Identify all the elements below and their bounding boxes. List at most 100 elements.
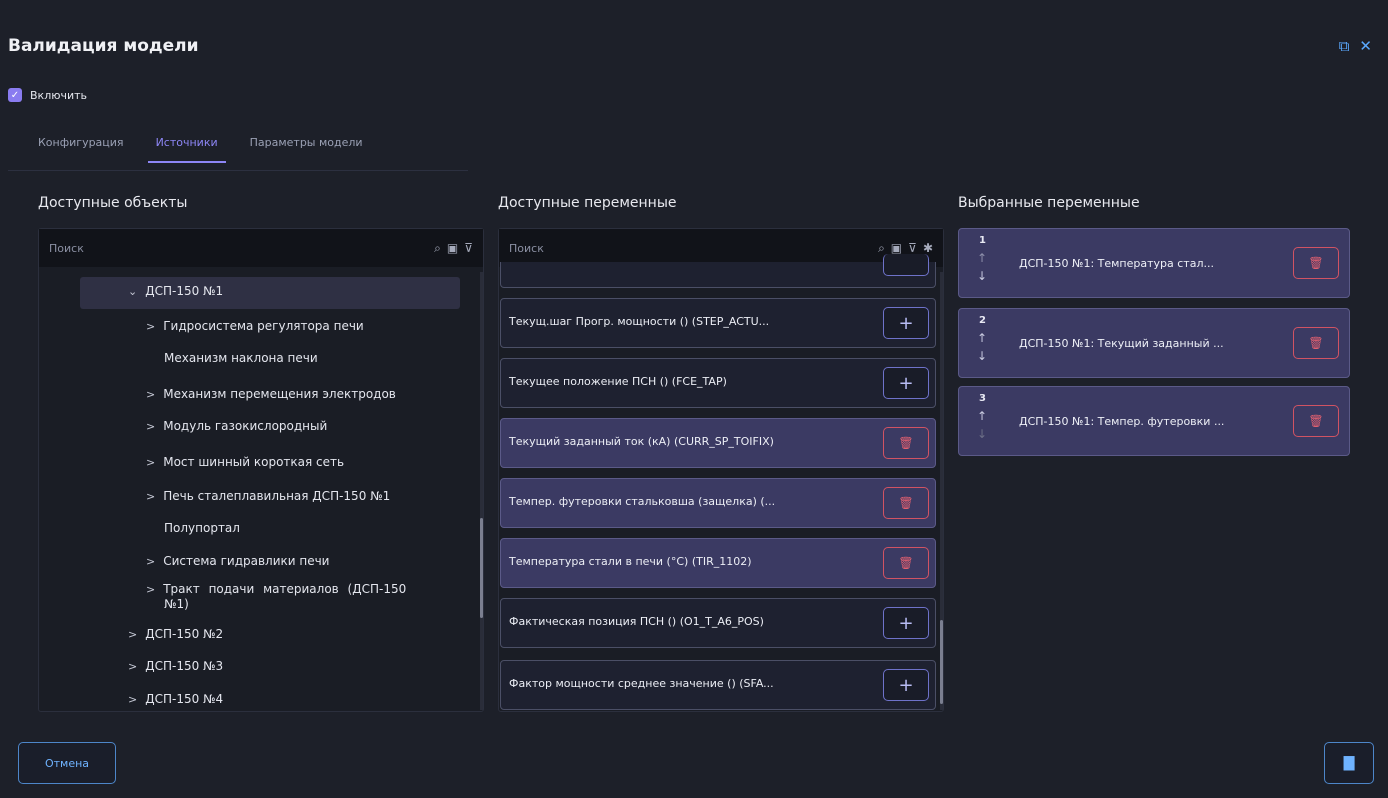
variable-card[interactable]: Фактор мощности среднее значение () (SFA…: [500, 660, 936, 710]
delete-button[interactable]: 🗑: [1293, 327, 1339, 359]
tree-item[interactable]: > Мост шинный короткая сеть: [146, 455, 344, 469]
save-button[interactable]: ▇: [1324, 742, 1374, 784]
trash-icon: 🗑: [898, 556, 914, 570]
objects-scroll-thumb[interactable]: [480, 518, 483, 618]
available-variables-title: Доступные переменные: [498, 195, 677, 211]
selected-variable-label: ДСП-150 №1: Темпер. футеровки ...: [1019, 415, 1225, 428]
tree-item-label: Полупортал: [164, 521, 240, 535]
tree-item-continued: №1): [164, 597, 189, 611]
tree-item[interactable]: > Тракт подачи материалов (ДСП-150: [146, 582, 406, 596]
chevron-right-icon: >: [128, 628, 138, 641]
chevron-right-icon: >: [146, 420, 156, 433]
arrow-down-icon: ↓: [977, 427, 988, 441]
add-button[interactable]: +: [883, 307, 929, 339]
delete-button[interactable]: 🗑: [883, 487, 929, 519]
search-input[interactable]: Поиск: [49, 242, 434, 255]
tree-item[interactable]: > Механизм перемещения электродов: [146, 387, 396, 401]
search-icon[interactable]: ⌕: [878, 241, 885, 256]
chevron-right-icon: >: [146, 320, 156, 333]
tree-item[interactable]: > Печь сталеплавильная ДСП-150 №1: [146, 489, 390, 503]
enable-toggle[interactable]: ✓ Включить: [8, 88, 87, 102]
objects-search[interactable]: Поиск ⌕ ▣ ⊽: [39, 229, 483, 267]
order-number: 1: [979, 235, 986, 246]
arrow-up-icon[interactable]: ↑: [977, 251, 987, 265]
filter-icon[interactable]: ⊽: [464, 241, 473, 256]
tree-item[interactable]: Полупортал: [164, 521, 240, 535]
tree-item-label: Гидросистема регулятора печи: [163, 319, 364, 333]
selected-variable-label: ДСП-150 №1: Текущий заданный ...: [1019, 337, 1224, 350]
variable-label: Темпер. футеровки стальковша (защелка) (…: [509, 495, 776, 508]
tree-item-label: Механизм наклона печи: [164, 351, 318, 365]
tree-item[interactable]: > ДСП-150 №3: [128, 659, 223, 673]
delete-button[interactable]: 🗑: [1293, 405, 1339, 437]
search-icon[interactable]: ⌕: [434, 241, 441, 256]
trash-icon: 🗑: [898, 496, 914, 510]
tree-item-label: №1): [164, 597, 189, 611]
tree-item-label: Механизм перемещения электродов: [163, 387, 396, 401]
variable-card-selected[interactable]: Темпер. футеровки стальковша (защелка) (…: [500, 478, 936, 528]
variable-label: Температура стали в печи (°C) (TIR_1102): [509, 555, 752, 568]
objects-scrollbar[interactable]: [480, 272, 483, 710]
selected-variable-card[interactable]: 2 ↑ ↓ ДСП-150 №1: Текущий заданный ... 🗑: [958, 308, 1350, 378]
arrow-up-icon[interactable]: ↑: [977, 409, 987, 423]
tree-item[interactable]: > Система гидравлики печи: [146, 554, 329, 568]
expand-icon[interactable]: ⧉: [1339, 38, 1350, 54]
tree-item[interactable]: > Модуль газокислородный: [146, 419, 327, 433]
tree-item[interactable]: Механизм наклона печи: [164, 351, 318, 365]
arrow-down-icon[interactable]: ↓: [977, 269, 987, 283]
trash-icon: 🗑: [1308, 336, 1324, 350]
tree-item-label: ДСП-150 №4: [145, 692, 224, 706]
delete-button[interactable]: 🗑: [1293, 247, 1339, 279]
variables-scroll-thumb[interactable]: [940, 620, 943, 704]
enable-checkbox[interactable]: ✓: [8, 88, 22, 102]
plus-icon: +: [898, 312, 914, 334]
save-icon: ▇: [1343, 755, 1355, 771]
dialog-title: Валидация модели: [8, 36, 199, 56]
chevron-right-icon: >: [146, 583, 156, 596]
selected-variable-label: ДСП-150 №1: Температура стал...: [1019, 257, 1214, 270]
arrow-up-icon[interactable]: ↑: [977, 331, 987, 345]
order-number: 2: [979, 315, 986, 326]
variable-card[interactable]: Фактическая позиция ПСН () (O1_T_A6_POS)…: [500, 598, 936, 648]
chevron-right-icon: >: [146, 555, 156, 568]
cancel-button[interactable]: Отмена: [18, 742, 116, 784]
tree-item-label: ДСП-150 №1: [145, 284, 224, 298]
delete-button[interactable]: 🗑: [883, 427, 929, 459]
variable-card[interactable]: Текущее положение ПСН () (FCE_TAP) +: [500, 358, 936, 408]
tree-item[interactable]: > Гидросистема регулятора печи: [146, 319, 364, 333]
add-button[interactable]: [883, 254, 929, 276]
close-icon[interactable]: ✕: [1359, 38, 1372, 54]
variable-card[interactable]: Текущ.шаг Прогр. мощности () (STEP_ACTU.…: [500, 298, 936, 348]
tree-item-label: ДСП-150 №2: [145, 627, 224, 641]
selected-variable-card[interactable]: 1 ↑ ↓ ДСП-150 №1: Температура стал... 🗑: [958, 228, 1350, 298]
search-input[interactable]: Поиск: [509, 242, 878, 255]
add-button[interactable]: +: [883, 607, 929, 639]
trash-icon: 🗑: [1308, 414, 1324, 428]
chevron-right-icon: >: [128, 693, 138, 706]
validation-dialog: Валидация модели ⧉ ✕ ✓ Включить Конфигур…: [0, 0, 1388, 798]
tree-item-label: Модуль газокислородный: [163, 419, 328, 433]
selected-variables-title: Выбранные переменные: [958, 195, 1140, 211]
arrow-down-icon[interactable]: ↓: [977, 349, 987, 363]
tab-model-parameters[interactable]: Параметры модели: [234, 136, 379, 163]
delete-button[interactable]: 🗑: [883, 547, 929, 579]
tab-divider: [8, 170, 468, 171]
image-icon[interactable]: ▣: [447, 241, 458, 256]
tree-item-label: Мост шинный короткая сеть: [163, 455, 345, 469]
tree-item-label: Печь сталеплавильная ДСП-150 №1: [163, 489, 391, 503]
tab-configuration[interactable]: Конфигурация: [22, 136, 140, 163]
plus-icon: +: [898, 612, 914, 634]
tree-item[interactable]: > ДСП-150 №2: [128, 627, 223, 641]
add-button[interactable]: +: [883, 367, 929, 399]
variable-card-partial: [500, 254, 936, 288]
chevron-down-icon: ⌄: [128, 285, 138, 298]
add-button[interactable]: +: [883, 669, 929, 701]
variable-label: Текущее положение ПСН () (FCE_TAP): [509, 375, 727, 388]
variable-card-selected[interactable]: Температура стали в печи (°C) (TIR_1102)…: [500, 538, 936, 588]
tree-item[interactable]: ⌄ ДСП-150 №1: [128, 284, 223, 298]
chevron-right-icon: >: [146, 456, 156, 469]
tab-sources[interactable]: Источники: [140, 136, 234, 163]
selected-variable-card[interactable]: 3 ↑ ↓ ДСП-150 №1: Темпер. футеровки ... …: [958, 386, 1350, 456]
variable-card-selected[interactable]: Текущий заданный ток (кА) (CURR_SP_TOIFI…: [500, 418, 936, 468]
tree-item[interactable]: > ДСП-150 №4: [128, 692, 223, 706]
